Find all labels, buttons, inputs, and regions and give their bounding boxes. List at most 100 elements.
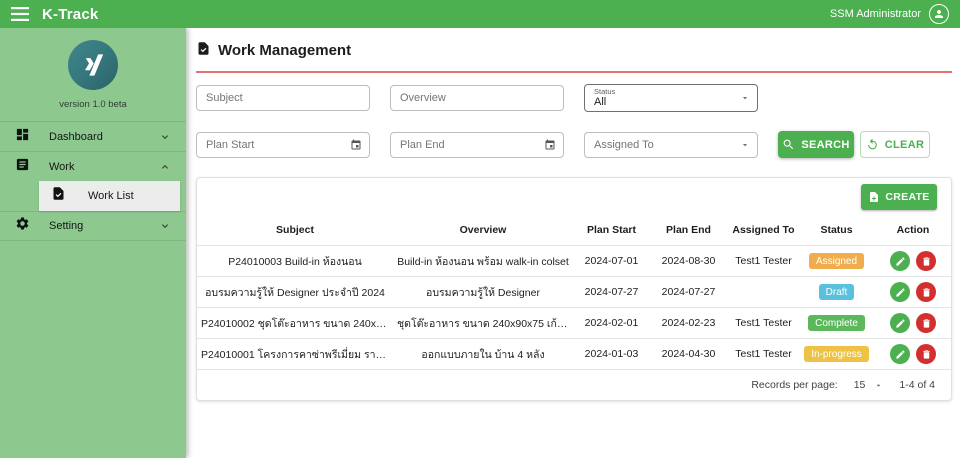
- user-avatar-icon[interactable]: [929, 4, 949, 24]
- edit-button[interactable]: [890, 313, 910, 333]
- title-divider: [196, 71, 952, 73]
- cell-subject: P24010003 Build-in ห้องนอน: [197, 245, 393, 277]
- records-per-page-select[interactable]: 15: [854, 379, 884, 391]
- cell-plan-end: 2024-04-30: [650, 338, 727, 369]
- calendar-icon[interactable]: [350, 139, 362, 151]
- cell-action: [873, 338, 951, 369]
- cell-assigned-to: Test1 Tester: [727, 245, 800, 277]
- dashboard-icon: [15, 127, 30, 147]
- sidebar-item-label: Work: [49, 160, 75, 173]
- plan-start-field-wrap: [196, 131, 370, 158]
- assigned-to-select[interactable]: Assigned To: [584, 131, 758, 158]
- page-title-text: Work Management: [218, 42, 352, 59]
- cell-action: [873, 307, 951, 339]
- pencil-icon: [895, 256, 905, 266]
- table-row: P24010001 โครงการคาซ่าพรีเมี่ยม ราชพฤกษ์…: [197, 338, 951, 369]
- edit-button[interactable]: [890, 344, 910, 364]
- trash-icon: [922, 318, 930, 328]
- table-row: P24010003 Build-in ห้องนอน Build-in ห้องน…: [197, 245, 951, 277]
- cell-plan-start: 2024-07-01: [573, 245, 650, 277]
- chevron-up-icon: [159, 161, 171, 173]
- version-label: version 1.0 beta: [59, 99, 127, 110]
- cell-plan-end: 2024-02-23: [650, 307, 727, 339]
- work-management-icon: [196, 41, 211, 60]
- cell-subject: อบรมความรู้ให้ Designer ประจำปี 2024: [197, 276, 393, 308]
- col-header-action: Action: [896, 224, 930, 236]
- calendar-icon[interactable]: [544, 139, 556, 151]
- cell-overview: ชุดโต๊ะอาหาร ขนาด 240x90x75 เก้าอี้ 8 ตั…: [393, 307, 573, 339]
- col-header-plan-end: Plan End: [666, 224, 711, 236]
- clear-button[interactable]: CLEAR: [860, 131, 930, 158]
- sidebar-item-work[interactable]: Work: [0, 151, 186, 181]
- cell-assigned-to: [727, 276, 800, 308]
- records-per-page-value: 15: [853, 379, 866, 391]
- col-header-overview: Overview: [459, 224, 507, 236]
- chevron-down-icon: [159, 131, 171, 143]
- dropdown-caret-icon: [877, 384, 881, 387]
- sidebar-item-work-list[interactable]: Work List: [39, 181, 180, 211]
- work-table: Subject Overview Plan Start Plan End Ass…: [197, 215, 951, 369]
- table-row: อบรมความรู้ให้ Designer ประจำปี 2024 อบรม…: [197, 276, 951, 308]
- create-button[interactable]: CREATE: [861, 184, 937, 210]
- cell-overview: ออกแบบภายใน บ้าน 4 หลัง: [393, 338, 573, 369]
- main-content: Work Management Status All: [186, 28, 960, 458]
- pencil-icon: [895, 349, 905, 359]
- edit-button[interactable]: [890, 282, 910, 302]
- col-header-plan-start: Plan Start: [586, 224, 636, 236]
- pencil-icon: [895, 318, 905, 328]
- delete-button[interactable]: [916, 251, 936, 271]
- gear-icon: [15, 216, 30, 236]
- col-header-assigned-to: Assigned To: [732, 224, 795, 236]
- subject-input[interactable]: [206, 92, 360, 104]
- cell-action: [873, 245, 951, 277]
- reset-icon: [867, 138, 877, 150]
- sidebar-item-setting[interactable]: Setting: [0, 211, 186, 241]
- search-button[interactable]: SEARCH: [778, 131, 854, 158]
- hamburger-menu-icon[interactable]: [11, 5, 29, 23]
- cell-assigned-to: Test1 Tester: [727, 338, 800, 369]
- chevron-down-icon: [159, 220, 171, 232]
- app-title: K-Track: [42, 5, 99, 23]
- sidebar-item-dashboard[interactable]: Dashboard: [0, 121, 186, 151]
- dropdown-caret-icon: [740, 93, 750, 103]
- cell-overview: อบรมความรู้ให้ Designer: [393, 276, 573, 308]
- status-badge: Complete: [808, 315, 865, 331]
- cell-subject: P24010002 ชุดโต๊ะอาหาร ขนาด 240x90x75: [197, 307, 393, 339]
- delete-button[interactable]: [916, 344, 936, 364]
- filter-row-2: Assigned To SEARCH CLEAR: [196, 131, 952, 158]
- col-header-status: Status: [820, 224, 853, 236]
- user-name: SSM Administrator: [829, 8, 921, 20]
- work-list-icon: [51, 186, 66, 206]
- delete-button[interactable]: [916, 313, 936, 333]
- table-header-row: Subject Overview Plan Start Plan End Ass…: [197, 215, 951, 246]
- plan-end-input[interactable]: [400, 138, 554, 151]
- sidebar-menu: Dashboard Work Work List Setting: [0, 121, 186, 241]
- note-add-icon: [870, 192, 879, 202]
- subject-field-wrap: [196, 85, 370, 111]
- logo-area: version 1.0 beta: [0, 28, 186, 110]
- cell-status: In-progress: [800, 338, 873, 369]
- user-area: SSM Administrator: [830, 4, 949, 24]
- cell-assigned-to: Test1 Tester: [727, 307, 800, 339]
- overview-field-wrap: [390, 85, 564, 111]
- delete-button[interactable]: [916, 282, 936, 302]
- trash-icon: [922, 287, 930, 297]
- table-row: P24010002 ชุดโต๊ะอาหาร ขนาด 240x90x75 ชุด…: [197, 307, 951, 339]
- app-window: K-Track SSM Administrator version 1.0 be…: [0, 0, 960, 458]
- cell-overview: Build-in ห้องนอน พร้อม walk-in colset: [393, 245, 573, 277]
- sidebar-item-label: Setting: [49, 220, 84, 232]
- cell-status: Assigned: [800, 245, 873, 277]
- cell-action: [873, 276, 951, 308]
- cell-plan-start: 2024-07-27: [573, 276, 650, 308]
- records-per-page-label: Records per page:: [751, 379, 838, 391]
- edit-button[interactable]: [890, 251, 910, 271]
- top-app-bar: K-Track SSM Administrator: [0, 0, 960, 28]
- plan-end-field-wrap: [390, 131, 564, 158]
- search-button-label: SEARCH: [801, 138, 850, 151]
- overview-input[interactable]: [400, 92, 554, 104]
- cell-plan-end: 2024-07-27: [650, 276, 727, 308]
- plan-start-input[interactable]: [206, 138, 360, 151]
- cell-status: Draft: [800, 276, 873, 308]
- sidebar-item-label: Dashboard: [49, 130, 103, 143]
- status-select[interactable]: Status All: [584, 84, 758, 112]
